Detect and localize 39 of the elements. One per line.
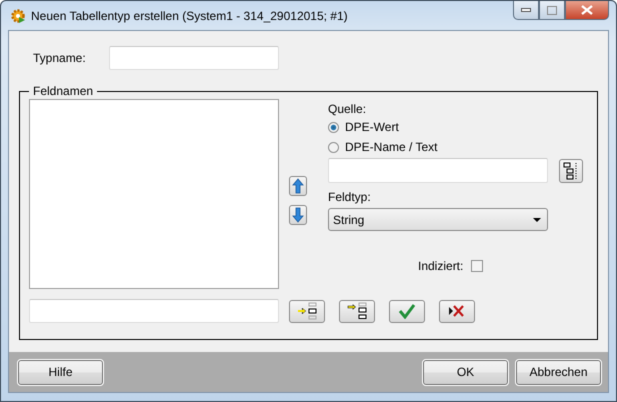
source-label: Quelle:: [328, 101, 368, 117]
indexed-label: Indiziert:: [418, 259, 464, 273]
close-icon: [581, 5, 593, 15]
dialog-button[interactable]: OK: [423, 360, 508, 384]
source-field[interactable]: [328, 158, 548, 183]
delete-button[interactable]: [439, 300, 475, 322]
tree-browse-button[interactable]: [559, 158, 583, 182]
source-radio[interactable]: DPE-Wert: [328, 117, 584, 137]
field-type-label: Feldtyp:: [328, 189, 372, 205]
typname-label: Typname:: [33, 51, 87, 65]
indexed-checkbox[interactable]: [471, 260, 484, 272]
field-name-input[interactable]: [29, 299, 279, 323]
minimize-button[interactable]: [513, 1, 539, 20]
append-item-button[interactable]: [339, 300, 375, 322]
dialog-button[interactable]: Hilfe: [18, 360, 103, 384]
delete-icon: [448, 304, 466, 318]
tree-icon: [563, 162, 579, 180]
minimize-icon: [521, 8, 531, 12]
group-title: Feldnamen: [32, 84, 94, 98]
window-title: Neuen Tabellentyp erstellen (System1 - 314_29012015; #1): [31, 8, 348, 22]
close-button[interactable]: [565, 1, 609, 20]
dialog-button[interactable]: Abbrechen: [516, 360, 601, 384]
field-type-dropdown[interactable]: String: [328, 208, 548, 231]
down-arrow-icon: [292, 206, 304, 222]
typname-field[interactable]: [109, 46, 279, 70]
insert-item-button[interactable]: [289, 300, 325, 322]
maximize-button[interactable]: [539, 1, 565, 20]
caret-icon: [533, 218, 541, 222]
append-row-icon: [346, 302, 368, 320]
maximize-icon: [547, 6, 557, 14]
up-arrow-icon: [292, 178, 304, 194]
field-list[interactable]: [29, 99, 279, 289]
gear-icon: [10, 8, 26, 24]
move-down-button[interactable]: [289, 204, 307, 224]
move-up-button[interactable]: [289, 176, 307, 196]
apply-button[interactable]: [389, 300, 425, 322]
insert-row-icon: [296, 302, 318, 320]
source-radio[interactable]: DPE-Name / Text: [328, 137, 584, 157]
checkmark-icon: [398, 303, 416, 319]
